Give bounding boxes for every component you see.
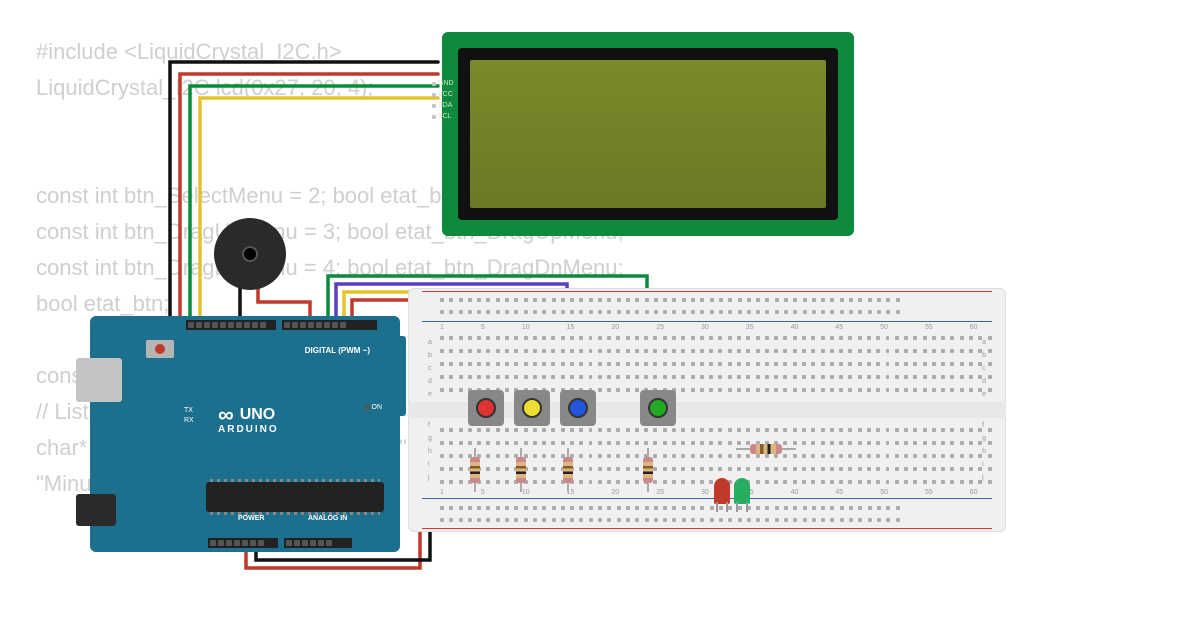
resistor xyxy=(643,448,653,492)
push-button-red[interactable] xyxy=(468,390,504,426)
txrx-leds: TX RX xyxy=(184,406,194,426)
arduino-brand: ARDUINO xyxy=(218,424,279,435)
reset-button[interactable] xyxy=(146,340,174,358)
push-button-blue[interactable] xyxy=(560,390,596,426)
model-text: UNO xyxy=(240,406,276,424)
power-header xyxy=(208,538,278,548)
analog-header xyxy=(284,538,352,548)
led-red xyxy=(714,478,730,504)
lcd-pins: GND VCC SDA SCL xyxy=(432,78,454,122)
lcd-pin-scl: SCL xyxy=(438,111,452,122)
digital-label: DIGITAL (PWM ~) xyxy=(305,346,370,355)
resistor xyxy=(516,448,526,492)
code-line: const int btn_DragDnMenu = 4; bool etat_… xyxy=(36,250,624,286)
digital-header-left xyxy=(186,320,276,330)
resistor xyxy=(470,448,480,492)
power-label: POWER xyxy=(238,515,264,522)
usb-port xyxy=(76,358,122,402)
lcd-display: GND VCC SDA SCL xyxy=(442,32,854,236)
led-green xyxy=(734,478,750,504)
lcd-pin-gnd: GND xyxy=(438,78,454,89)
analog-in-label: ANALOG IN xyxy=(308,515,347,522)
piezo-buzzer xyxy=(214,218,286,290)
resistor xyxy=(736,444,796,454)
lcd-pin-vcc: VCC xyxy=(438,89,453,100)
push-button-green[interactable] xyxy=(640,390,676,426)
lcd-pin-sda: SDA xyxy=(438,100,452,111)
arduino-uno-board: DIGITAL (PWM ~) TX RX ∞ UNO ARDUINO POWE… xyxy=(90,316,400,552)
row-labels-left-bot: fghij xyxy=(428,419,432,484)
digital-header-right xyxy=(282,320,377,330)
on-led: ON xyxy=(365,404,383,411)
push-button-yellow[interactable] xyxy=(514,390,550,426)
resistor xyxy=(563,448,573,492)
atmega-chip xyxy=(206,482,384,512)
lcd-screen xyxy=(470,60,826,208)
row-labels-left-top: abcde xyxy=(428,336,432,401)
breadboard-numbers-top: 151015202530354045505560 xyxy=(440,324,978,331)
power-jack xyxy=(76,494,116,526)
